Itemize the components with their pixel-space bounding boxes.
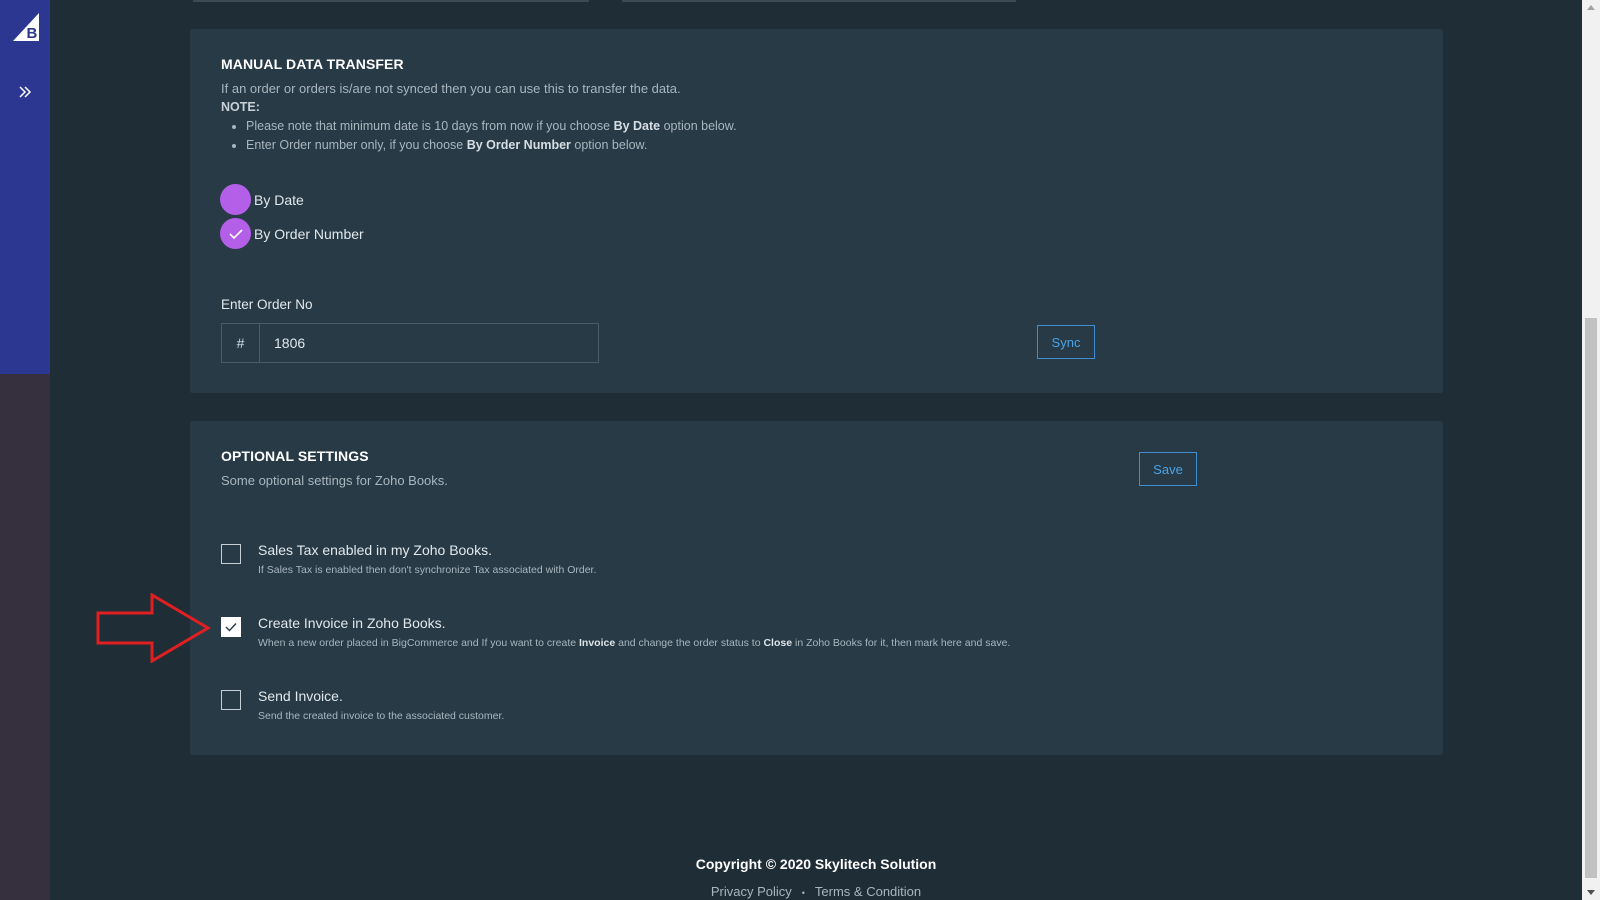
privacy-policy-link[interactable]: Privacy Policy	[711, 884, 792, 899]
section-description: If an order or orders is/are not synced …	[221, 81, 681, 96]
sales-tax-checkbox[interactable]	[221, 544, 241, 564]
note-list: Please note that minimum date is 10 days…	[246, 117, 737, 155]
save-button[interactable]: Save	[1139, 452, 1197, 486]
checkmark-icon	[225, 623, 237, 632]
radio-by-date[interactable]: By Date	[220, 184, 304, 215]
send-invoice-checkbox[interactable]	[221, 690, 241, 710]
note-item: Please note that minimum date is 10 days…	[246, 117, 737, 136]
option-title: Create Invoice in Zoho Books.	[258, 615, 446, 631]
top-field-edge	[622, 0, 1016, 2]
radio-button[interactable]	[220, 218, 251, 249]
order-no-input-group: #	[221, 323, 599, 363]
section-title: MANUAL DATA TRANSFER	[221, 56, 404, 72]
option-description: If Sales Tax is enabled then don't synch…	[258, 564, 597, 576]
top-field-edge	[193, 0, 589, 2]
bigcommerce-logo-icon[interactable]: B	[13, 13, 39, 41]
sync-button[interactable]: Sync	[1037, 325, 1095, 359]
note-item: Enter Order number only, if you choose B…	[246, 136, 737, 155]
vertical-scrollbar[interactable]	[1582, 0, 1600, 900]
double-chevron-right-icon[interactable]	[17, 84, 33, 100]
radio-by-order-number[interactable]: By Order Number	[220, 218, 364, 249]
svg-text:B: B	[27, 25, 38, 41]
hash-prefix: #	[222, 324, 260, 362]
section-description: Some optional settings for Zoho Books.	[221, 473, 448, 488]
option-description: When a new order placed in BigCommerce a…	[258, 637, 1011, 649]
radio-label: By Order Number	[254, 225, 364, 242]
red-arrow-annotation	[96, 593, 211, 663]
scroll-down-arrow-icon[interactable]	[1587, 890, 1595, 895]
sidebar: B	[0, 0, 50, 900]
create-invoice-checkbox[interactable]	[221, 617, 241, 637]
section-title: OPTIONAL SETTINGS	[221, 448, 369, 464]
order-no-label: Enter Order No	[221, 297, 313, 312]
terms-link[interactable]: Terms & Condition	[815, 884, 921, 899]
footer-copyright: Copyright © 2020 Skylitech Solution	[695, 856, 937, 872]
option-title: Send Invoice.	[258, 688, 343, 704]
checkmark-icon	[228, 228, 243, 239]
option-title: Sales Tax enabled in my Zoho Books.	[258, 542, 492, 558]
scrollbar-thumb[interactable]	[1585, 318, 1597, 878]
radio-label: By Date	[254, 191, 304, 208]
note-label: NOTE:	[221, 100, 260, 114]
optional-settings-panel: OPTIONAL SETTINGS Some optional settings…	[190, 421, 1443, 755]
radio-button[interactable]	[220, 184, 251, 215]
manual-data-transfer-panel: MANUAL DATA TRANSFER If an order or orde…	[190, 29, 1443, 393]
footer-separator: •	[801, 887, 805, 898]
option-description: Send the created invoice to the associat…	[258, 710, 505, 722]
scroll-up-arrow-icon[interactable]	[1587, 5, 1595, 10]
order-no-input[interactable]	[260, 324, 598, 362]
sidebar-nav: B	[0, 0, 50, 374]
footer-links: Privacy Policy • Terms & Condition	[0, 884, 1582, 899]
